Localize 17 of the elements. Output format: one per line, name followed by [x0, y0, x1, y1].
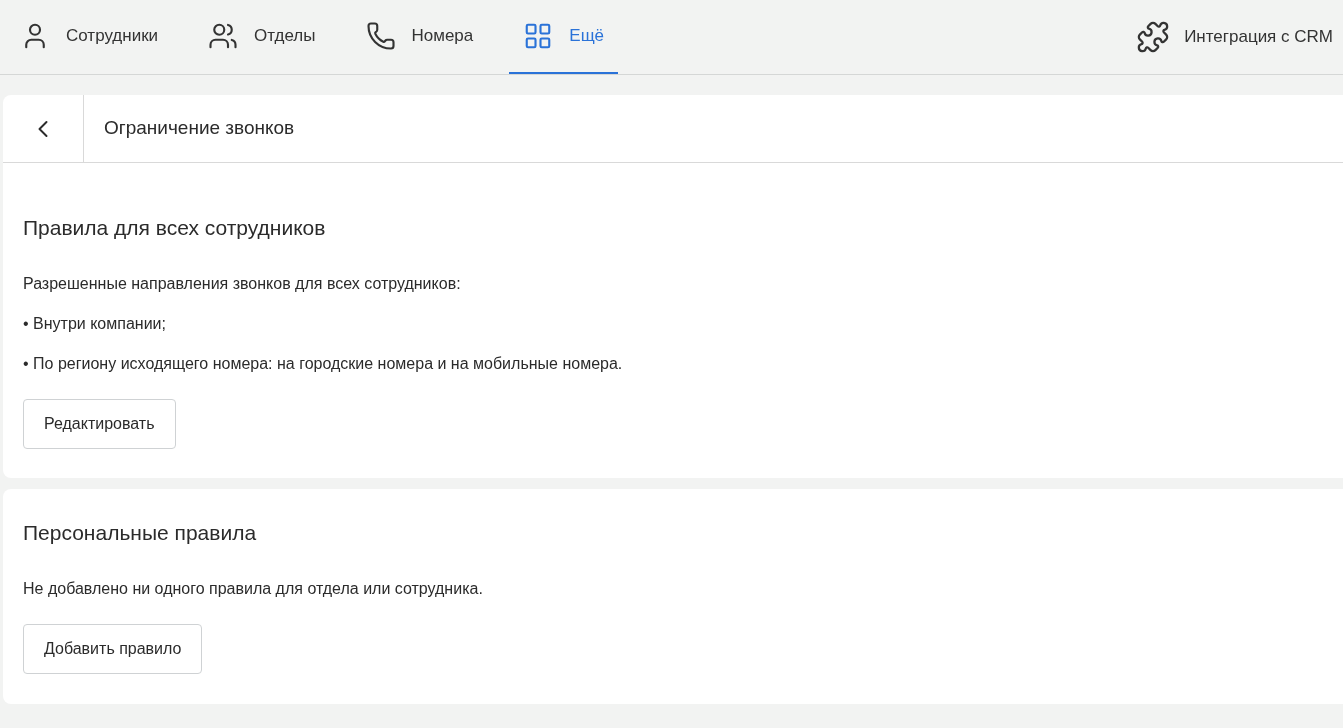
rule-text: • По региону исходящего номера: на городские номера и на мобильные номера. [23, 354, 624, 374]
puzzle-icon [1136, 20, 1171, 54]
action-button[interactable]: Добавить правило [23, 624, 203, 674]
rule-text: Не добавлено ни одного правила для отдела или сотрудника. [23, 579, 484, 599]
people-icon [208, 21, 239, 51]
section-heading: Правила для всех сотрудников [23, 215, 327, 241]
nav-tab[interactable]: Отделы [194, 0, 330, 74]
section-heading: Персональные правила [23, 520, 258, 546]
crm-integration-link[interactable]: Интеграция с CRM [1136, 0, 1333, 74]
rule-text: • Внутри компании; [23, 314, 167, 334]
rule-text: Разрешенные направления звонков для всех сотрудников: [23, 274, 462, 294]
page-title: Ограничение звонков [104, 116, 295, 141]
phone-icon [365, 21, 396, 51]
nav-tab[interactable]: Сотрудники [6, 0, 173, 74]
action-button[interactable]: Редактировать [23, 399, 176, 449]
nav-tab[interactable]: Ещё [509, 0, 619, 74]
nav-tab[interactable]: Номера [351, 0, 488, 74]
